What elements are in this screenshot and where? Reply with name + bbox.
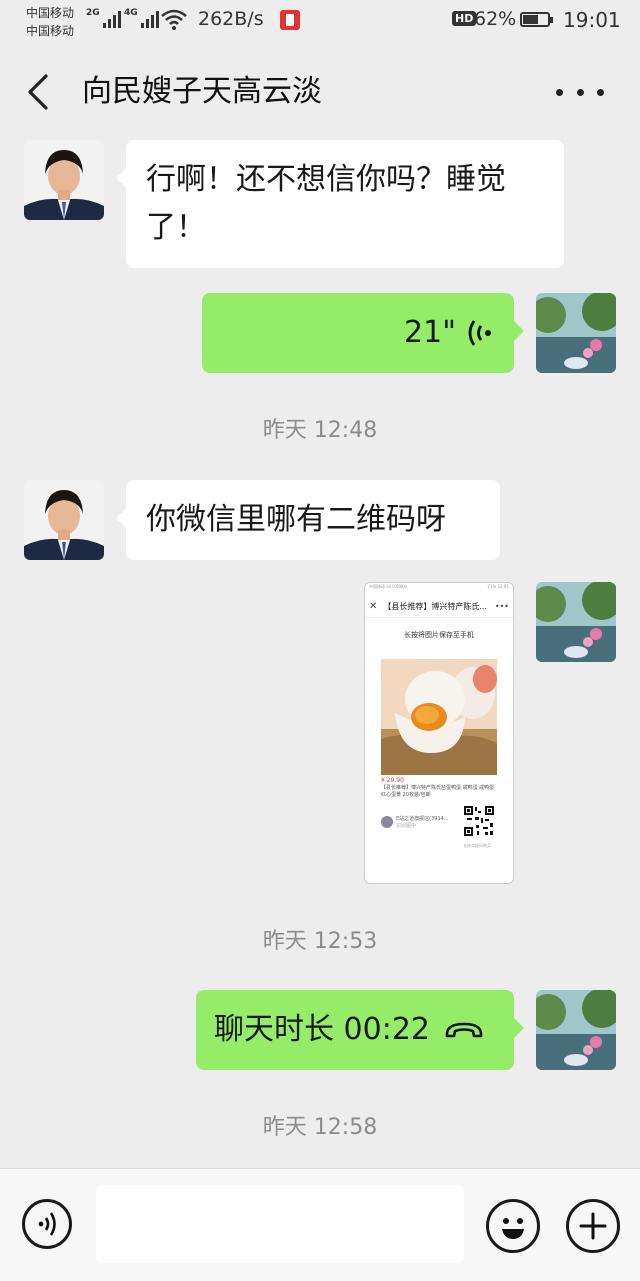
signal-1-icon: 2G: [86, 8, 121, 28]
back-button[interactable]: [22, 70, 62, 114]
voice-input-icon: [38, 1212, 56, 1236]
chat-header: 向民嫂子天高云淡: [0, 44, 640, 140]
shared-image[interactable]: 中国移动 all 0.00K/s 71% 12:01 ✕ 【县长推荐】博兴特产陈…: [364, 582, 514, 884]
hd-badge: HD: [452, 11, 477, 26]
more-horizontal-icon: [556, 88, 563, 96]
call-record-message[interactable]: 聊天时长 00:22: [196, 990, 524, 1070]
more-icon: •••: [494, 601, 509, 611]
voice-message[interactable]: 21": [202, 293, 524, 373]
carrier-info: 中国移动 中国移动: [26, 4, 74, 40]
status-time: 19:01: [563, 8, 621, 32]
my-avatar[interactable]: [536, 582, 616, 662]
message-text-incoming[interactable]: 行啊！还不想信你吗？睡觉了！: [116, 140, 564, 268]
message-text-incoming[interactable]: 你微信里哪有二维码呀: [116, 480, 500, 560]
my-avatar[interactable]: [536, 990, 616, 1070]
shop-avatar: [381, 816, 393, 828]
wifi-icon: [161, 9, 187, 30]
timestamp: 昨天 12:48: [262, 418, 378, 443]
timestamp: 昨天 12:58: [262, 1115, 378, 1140]
phone-hangup-icon: [445, 1022, 483, 1038]
network-speed: 262B/s: [198, 8, 264, 30]
voice-wave-icon: [468, 320, 491, 346]
image-footer: 长按二维码购买: [463, 843, 491, 848]
image-hint: 长按将图片保存至手机: [404, 631, 474, 639]
chat-title: 向民嫂子天高云淡: [82, 74, 322, 109]
battery-icon: [520, 12, 553, 27]
image-description: 【县长推荐】博兴特产陈氏盐蛋鸭蛋 咸鸭蛋 咸鸭蛋 红心蛋黄 20枚装/包邮: [381, 785, 495, 798]
plus-button[interactable]: [566, 1199, 620, 1253]
image-status: 中国移动 all 0.00K/s: [369, 584, 408, 589]
image-shop: E站之道旗舰店(3914... 识别图中: [381, 815, 461, 829]
voice-duration: 21": [404, 315, 456, 350]
image-status-right: 71% 12:01: [487, 584, 509, 589]
message-text: 行啊！还不想信你吗？睡觉了！: [146, 162, 506, 245]
timestamp: 昨天 12:53: [262, 929, 378, 954]
qr-code-icon: [463, 805, 495, 837]
more-button[interactable]: [556, 74, 604, 110]
contact-avatar[interactable]: [24, 140, 104, 220]
emoji-icon: [502, 1218, 524, 1239]
emoji-button[interactable]: [486, 1199, 540, 1253]
signal-2-icon: 4G: [124, 8, 159, 28]
status-bar: 中国移动 中国移动 2G 4G 262B/s HD 62% 19:01: [0, 0, 640, 44]
voice-input-button[interactable]: [22, 1199, 72, 1249]
reader-app-icon: [280, 10, 300, 30]
carrier-1: 中国移动: [26, 6, 75, 20]
salted-egg-photo: [381, 659, 497, 775]
input-bar: [0, 1168, 640, 1281]
image-nav-bar: ✕ 【县长推荐】博兴特产陈氏... •••: [365, 595, 513, 618]
contact-avatar[interactable]: [24, 480, 104, 560]
shop-sub: 识别图中: [396, 823, 417, 829]
image-price: ¥ 29.90: [381, 777, 404, 784]
battery-percent: 62%: [474, 8, 517, 30]
plus-icon: [579, 1212, 607, 1240]
my-avatar[interactable]: [536, 293, 616, 373]
chevron-left-icon: [28, 74, 48, 110]
shop-name: E站之道旗舰店(3914...: [396, 816, 449, 822]
call-duration-text: 聊天时长 00:22: [214, 1012, 430, 1047]
message-input[interactable]: [96, 1185, 464, 1263]
close-icon: ✕: [369, 600, 378, 612]
carrier-2: 中国移动: [26, 24, 75, 38]
message-text: 你微信里哪有二维码呀: [146, 502, 446, 537]
image-nav-title: 【县长推荐】博兴特产陈氏...: [383, 601, 488, 611]
